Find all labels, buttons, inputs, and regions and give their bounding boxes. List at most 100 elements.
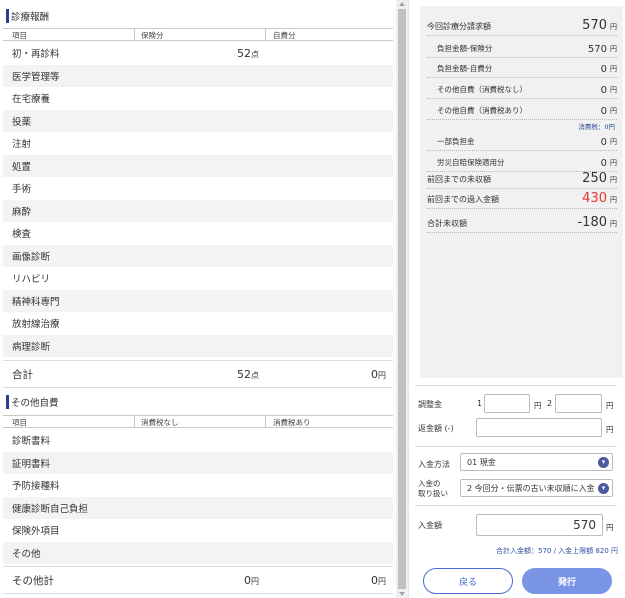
row-label: 診断書料	[12, 436, 51, 448]
table-row: 処置	[3, 154, 393, 177]
tax-note: 消費税：0円	[578, 123, 615, 131]
payment-handling-value: 2 今回分・伝票の古い未収順に入金	[467, 483, 595, 493]
payment-amount-value: 570	[573, 518, 596, 532]
table-row: 放射線治療	[3, 312, 393, 335]
summary-value: 0	[600, 85, 607, 96]
table-row: 医学管理等	[3, 64, 393, 87]
chevron-down-icon: ▾	[598, 483, 609, 494]
medical-fees-heading: 診療報酬	[3, 5, 393, 27]
other-total-no-tax: 0円	[244, 573, 259, 587]
table-row: その他	[3, 541, 393, 564]
col-item: 項目	[12, 418, 27, 427]
col-item: 項目	[12, 31, 27, 40]
payment-method-label: 入金方法	[418, 460, 450, 469]
summary-value: 250	[582, 171, 607, 186]
summary-label: 負担金額-保険分	[437, 44, 493, 53]
row-label: リハビリ	[12, 274, 51, 286]
table-row: 証明書料	[3, 451, 393, 474]
medical-fees-title: 診療報酬	[11, 12, 50, 23]
refund-label: 返金額 (-)	[418, 424, 454, 433]
issue-button[interactable]: 発行	[522, 568, 612, 594]
other-fees-heading: その他自費	[3, 391, 393, 413]
vertical-scrollbar[interactable]	[396, 0, 408, 598]
table-row: 在宅療養	[3, 87, 393, 110]
summary-value: 570	[582, 18, 607, 33]
summary-row: その他自費（消費税あり） 0 円	[427, 100, 617, 120]
payment-total-note: 合計入金額：570 / 入金上限額 820 円	[496, 547, 618, 555]
back-button[interactable]: 戻る	[423, 568, 513, 594]
summary-label: 労災自賠保険適用分	[437, 158, 505, 167]
other-fees-total-row: その他計 0円 0円	[3, 566, 393, 594]
row-label: 放射線治療	[12, 319, 60, 331]
payment-method-value: 01 現金	[467, 457, 496, 467]
row-label: 手術	[12, 184, 32, 196]
summary-unit: 円	[610, 138, 617, 146]
summary-value: 0	[600, 64, 607, 75]
table-row: 初・再診料 52点	[3, 42, 393, 65]
summary-unit: 円	[610, 23, 617, 31]
row-label: 画像診断	[12, 251, 51, 263]
chevron-down-icon: ▾	[598, 457, 609, 468]
scroll-up-icon[interactable]	[399, 2, 405, 6]
summary-value: -180	[577, 215, 607, 230]
adjust-field1-input[interactable]	[484, 394, 530, 413]
total-insurance: 52点	[237, 367, 259, 381]
row-label: その他	[12, 548, 41, 560]
row-label: 病理診断	[12, 341, 51, 353]
summary-unit: 円	[610, 196, 617, 204]
summary-unit: 円	[610, 65, 617, 73]
col-self: 自費分	[273, 31, 296, 40]
payment-amount-unit: 円	[606, 523, 614, 532]
adjust-field1-unit: 円	[534, 401, 542, 410]
summary-value: 0	[600, 158, 607, 169]
adjust-field2-input[interactable]	[555, 394, 602, 413]
summary-row: 前回までの未収額 250 円	[427, 169, 617, 189]
summary-value: 0	[600, 106, 607, 117]
summary-unit: 円	[610, 176, 617, 184]
row-label: 注射	[12, 139, 32, 151]
total-label: 合計	[12, 368, 33, 381]
summary-value: 430	[582, 191, 607, 206]
summary-label: 今回診療分請求額	[427, 22, 491, 31]
col-insurance: 保険分	[141, 31, 164, 40]
scrollbar-thumb[interactable]	[398, 9, 406, 589]
summary-unit: 円	[610, 159, 617, 167]
summary-row: 負担金額-保険分 570 円	[427, 38, 617, 58]
table-row: 保険外項目	[3, 519, 393, 542]
row-label: 証明書料	[12, 458, 51, 470]
other-fees-title: その他自費	[11, 398, 59, 409]
other-fees-column-header: 項目 消費税なし 消費税あり	[3, 415, 393, 428]
row-label: 予防接種料	[12, 481, 60, 493]
summary-unit: 円	[610, 45, 617, 53]
payment-amount-input[interactable]: 570	[476, 514, 603, 536]
table-row: リハビリ	[3, 267, 393, 290]
adjust-field2-label: 2	[547, 399, 553, 408]
adjust-field2-unit: 円	[606, 401, 614, 410]
table-row: 投薬	[3, 109, 393, 132]
row-label: 健康診断自己負担	[12, 503, 89, 515]
scroll-down-icon[interactable]	[399, 592, 405, 596]
summary-label: その他自費（消費税なし）	[437, 85, 527, 94]
payment-method-select[interactable]: 01 現金 ▾	[460, 453, 613, 471]
summary-value: 0	[600, 137, 607, 148]
medical-fees-total-row: 合計 52点 0円	[3, 360, 393, 388]
row-label: 医学管理等	[12, 71, 60, 83]
summary-row: 今回診療分請求額 570 円	[427, 16, 617, 36]
refund-input[interactable]	[476, 418, 602, 437]
row-label: 麻酔	[12, 206, 32, 218]
payment-handling-select[interactable]: 2 今回分・伝票の古い未収順に入金 ▾	[460, 479, 613, 497]
table-row: 健康診断自己負担	[3, 496, 393, 519]
divider	[415, 505, 617, 506]
row-label: 精神科専門	[12, 296, 60, 308]
divider	[415, 446, 617, 447]
fee-detail-panel: 診療報酬 項目 保険分 自費分 初・再診料 52点 医学管理等 在宅療養 投薬 注射 処置手…	[0, 0, 408, 598]
row-insurance-value: 52点	[237, 46, 259, 60]
summary-value: 570	[587, 44, 607, 55]
table-row: 麻酔	[3, 199, 393, 222]
table-row: 検査	[3, 222, 393, 245]
row-label: 初・再診料	[12, 49, 60, 61]
table-row: 予防接種料	[3, 474, 393, 497]
adjust-field1-label: 1	[477, 399, 483, 408]
summary-unit: 円	[610, 220, 617, 228]
payment-handling-label-2: 取り扱い	[418, 489, 448, 498]
